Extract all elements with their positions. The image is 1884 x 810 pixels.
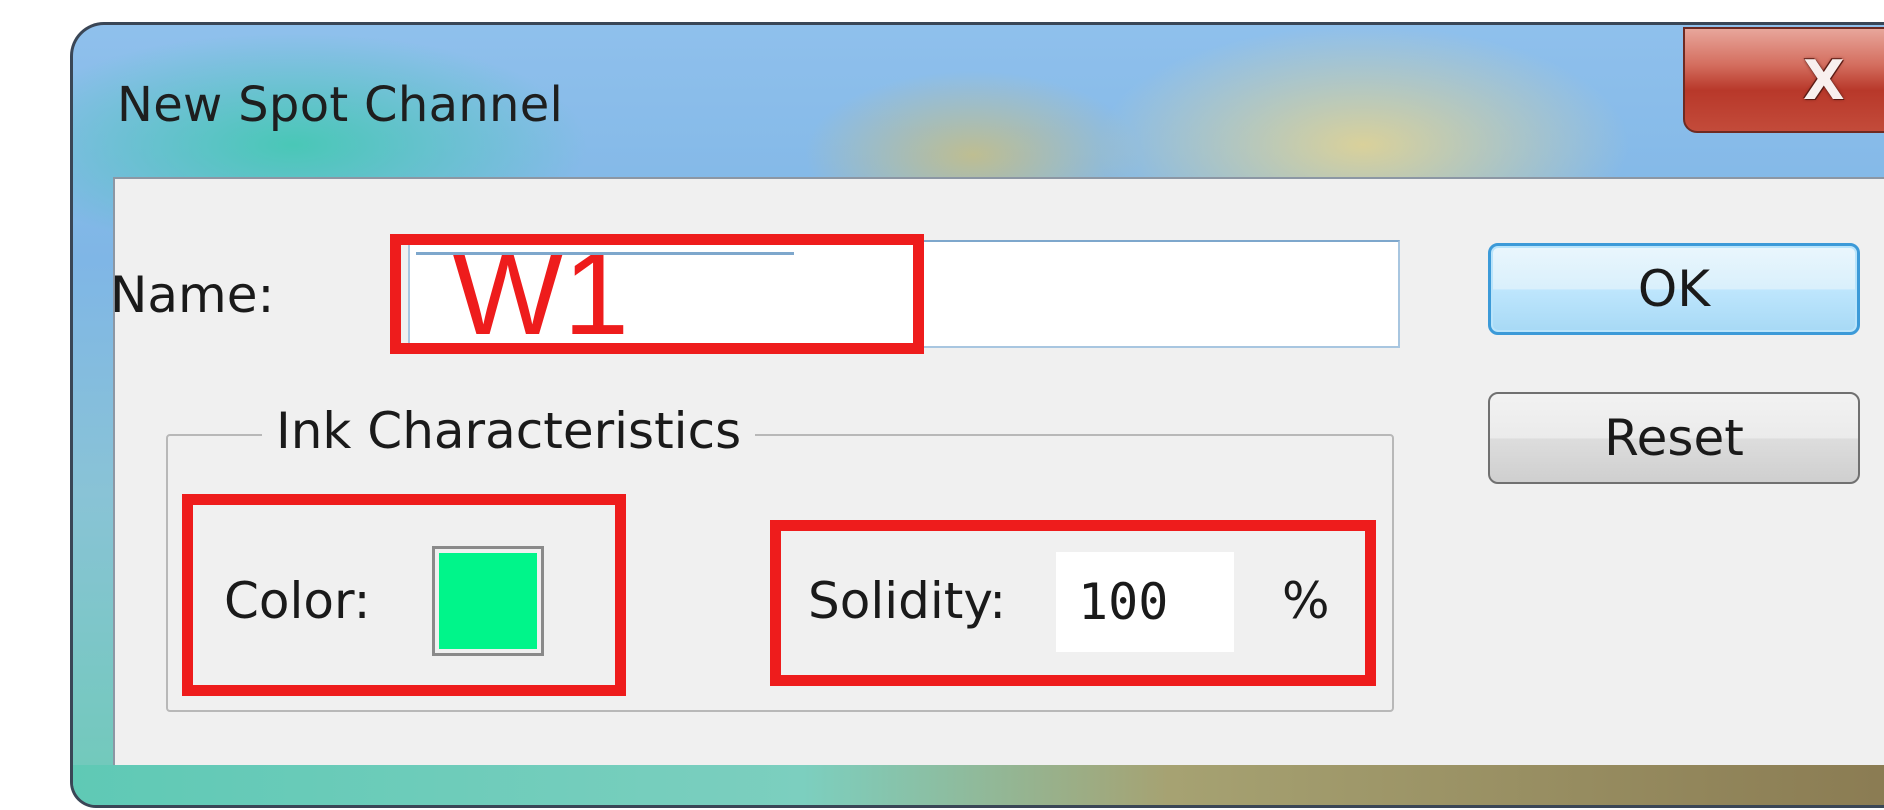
ok-button[interactable]: OK xyxy=(1488,243,1860,335)
dialog-title: New Spot Channel xyxy=(117,77,564,133)
annotation-box-solidity xyxy=(770,520,1376,686)
ink-characteristics-label: Ink Characteristics xyxy=(262,402,756,460)
reset-button[interactable]: Reset xyxy=(1488,392,1860,484)
close-button[interactable]: X xyxy=(1683,27,1884,133)
close-icon: X xyxy=(1803,48,1845,112)
name-label: Name: xyxy=(110,266,275,324)
annotation-box-name xyxy=(390,234,924,354)
annotation-box-color xyxy=(182,494,626,696)
